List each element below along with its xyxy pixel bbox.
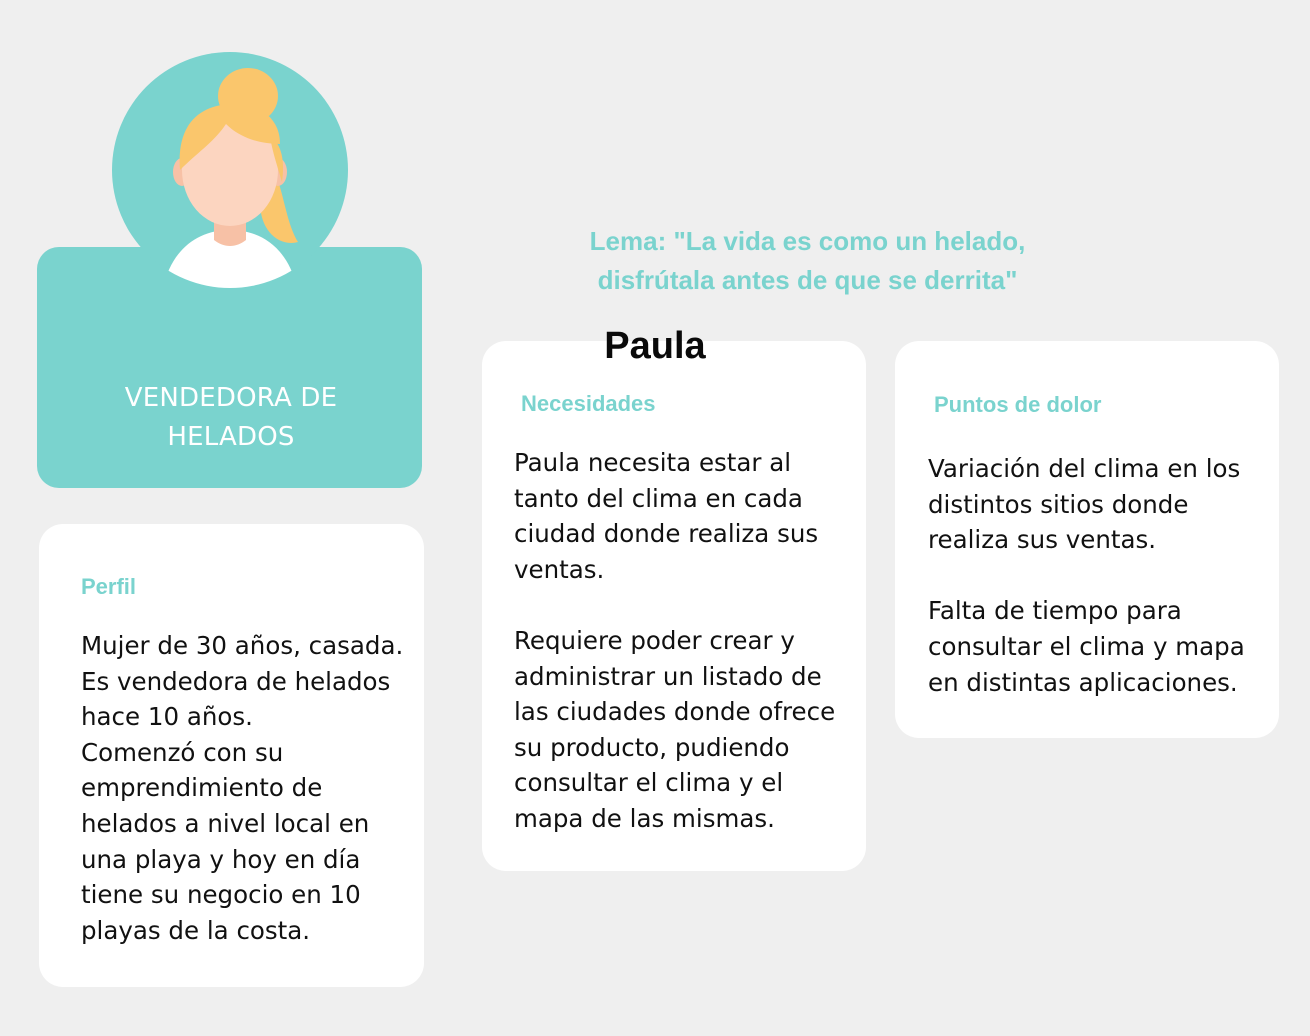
pain-points-title: Puntos de dolor [934,392,1102,417]
persona-role-line2: HELADOS [167,422,295,452]
needs-title: Necesidades [521,391,656,416]
persona-role-line1: VENDEDORA DE [124,383,338,413]
profile-title: Perfil [81,574,137,599]
needs-body: Paula necesita estar al tanto del clima … [514,448,836,833]
motto-line2: disfrútala antes de que se derrita" [597,265,1018,295]
persona-name: Paula [604,325,706,367]
profile-card: Perfil Mujer de 30 años, casada. Es vend… [39,524,424,987]
profile-body: Mujer de 30 años, casada. Es vendedora d… [81,631,404,945]
persona-motto: Lema: "La vida es como un helado, disfrú… [520,222,1095,300]
pain-points-card: Puntos de dolor Variación del clima en l… [895,341,1279,738]
pain-points-body: Variación del clima en los distintos sit… [928,454,1245,697]
persona-role: VENDEDORA DE HELADOS [96,379,366,457]
needs-card: Necesidades Paula necesita estar al tant… [482,341,866,871]
woman-avatar-icon [110,52,350,312]
motto-line1: Lema: "La vida es como un helado, [589,226,1026,256]
